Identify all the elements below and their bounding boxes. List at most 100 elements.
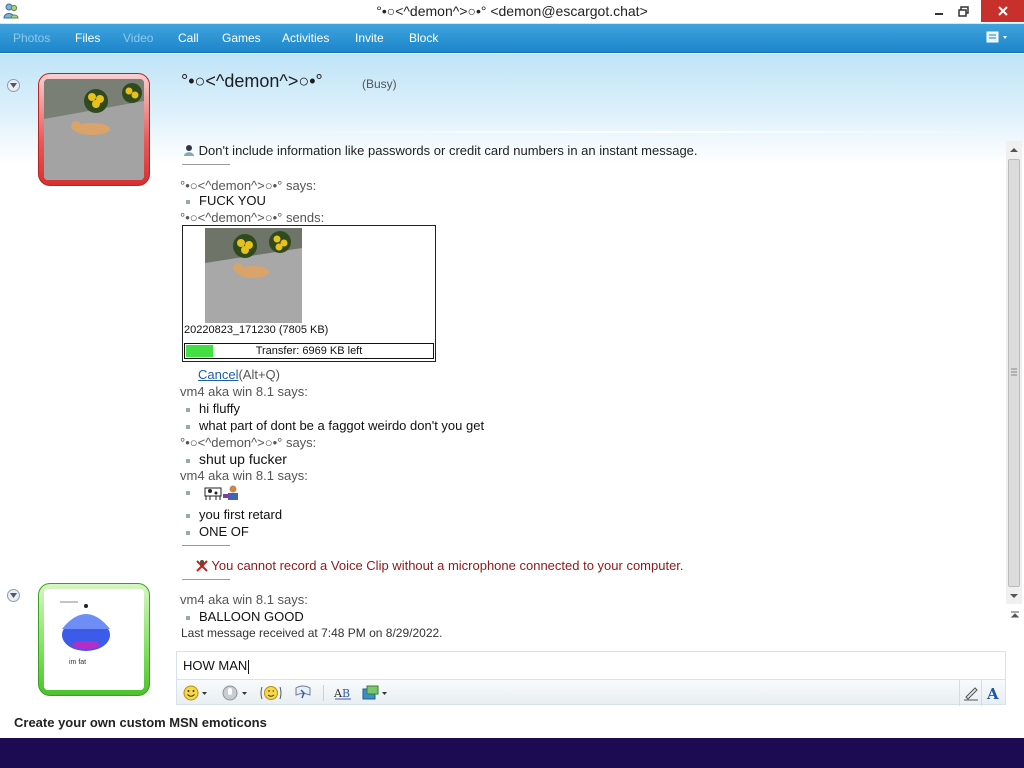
emoticon-cow-and-person-icon <box>204 485 238 501</box>
toolbar-divider <box>323 685 324 701</box>
balloon-icon <box>44 589 144 690</box>
sender-line: vm4 aka win 8.1 says: <box>180 384 308 399</box>
menu-options-icon <box>986 31 1007 45</box>
sender-line: vm4 aka win 8.1 says: <box>180 592 308 607</box>
conversation-toolbar: Photos Files Video Call Games Activities… <box>0 24 1024 53</box>
minimize-icon <box>935 13 943 15</box>
sender-line: °•○<^demon^>○•° sends: <box>180 210 325 225</box>
restore-button[interactable] <box>950 0 976 22</box>
file-transfer-box: 20220823_171230 (7805 KB) Transfer: 6969… <box>182 225 436 362</box>
contact-picture <box>44 79 144 180</box>
message-input-text: HOW MAN <box>183 658 248 673</box>
message: what part of dont be a faggot weirdo don… <box>186 418 484 433</box>
spell-check-icon: A B <box>333 687 351 700</box>
background-picture-icon <box>362 685 387 700</box>
transfer-progress-bar: Transfer: 6969 KB left <box>184 343 434 359</box>
privacy-notice-text: Don't include information like passwords… <box>198 143 698 158</box>
restore-icon <box>957 5 969 17</box>
emoticon-menu-button[interactable] <box>182 683 208 703</box>
menu-block[interactable]: Block <box>409 31 438 45</box>
divider <box>182 164 230 165</box>
font-icon: A <box>986 685 999 702</box>
toolbar-divider <box>959 680 960 706</box>
message-text: hi fluffy <box>199 401 240 416</box>
svg-text:A: A <box>986 685 999 702</box>
font-style-button[interactable]: A B <box>333 683 353 703</box>
message: hi fluffy <box>186 401 240 416</box>
sender-line: vm4 aka win 8.1 says: <box>180 468 308 483</box>
message-text: ONE OF <box>199 524 249 539</box>
header-divider <box>290 131 1006 133</box>
chevron-down-icon <box>10 83 17 88</box>
message-text: BALLOON GOOD <box>199 609 304 624</box>
voice-clip-icon <box>222 685 247 701</box>
scrollbar-thumb[interactable] <box>1008 159 1020 587</box>
menu-files[interactable]: Files <box>75 31 100 45</box>
nudge-button[interactable] <box>293 683 313 703</box>
file-name: 20220823_171230 (7805 KB) <box>184 324 329 336</box>
collapse-contact-picture-button[interactable] <box>7 79 20 92</box>
message <box>186 484 241 501</box>
close-button[interactable] <box>981 0 1024 22</box>
pen-icon <box>964 687 978 701</box>
divider <box>182 545 230 546</box>
formatting-toolbar: A B A <box>176 679 1006 706</box>
wink-icon <box>260 686 282 700</box>
text-cursor <box>248 659 250 674</box>
file-thumbnail[interactable] <box>205 228 302 323</box>
nudge-icon <box>295 685 311 699</box>
sender-line: °•○<^demon^>○•° says: <box>180 435 317 450</box>
show-menu-button[interactable] <box>985 30 1013 51</box>
voice-clip-warning-text: You cannot record a Voice Clip without a… <box>211 558 684 573</box>
message: you first retard <box>186 507 282 522</box>
close-icon <box>997 6 1008 16</box>
progress-label: Transfer: 6969 KB left <box>255 345 363 357</box>
scroll-down-arrow-icon[interactable] <box>1006 589 1022 603</box>
message: BALLOON GOOD <box>186 609 304 624</box>
voice-clip-button[interactable] <box>221 683 249 703</box>
divider <box>182 579 230 580</box>
contact-display-name: °•○<^demon^>○•° <box>181 71 323 91</box>
collapse-my-picture-button[interactable] <box>7 589 20 602</box>
message-text: you first retard <box>199 507 283 522</box>
cancel-transfer-link[interactable]: Cancel <box>198 367 238 382</box>
wink-button[interactable] <box>259 683 283 703</box>
cancel-transfer: Cancel(Alt+Q) <box>198 367 280 382</box>
svg-text:B: B <box>342 687 350 700</box>
cat-photo-icon <box>44 79 144 180</box>
chevron-down-icon <box>10 593 17 598</box>
privacy-notice: Don't include information like passwords… <box>183 143 698 158</box>
custom-emoticons-link[interactable]: Create your own custom MSN emoticons <box>14 715 267 730</box>
menu-photos: Photos <box>13 31 51 45</box>
menu-activities[interactable]: Activities <box>282 31 329 45</box>
my-picture-caption: im fat <box>69 659 87 666</box>
message-input[interactable]: HOW MAN <box>176 651 1006 679</box>
message: shut up fucker <box>186 451 287 467</box>
minimize-button[interactable] <box>926 0 952 22</box>
grip-icon <box>1011 368 1017 376</box>
taskbar <box>0 738 1024 768</box>
menu-call[interactable]: Call <box>178 31 199 45</box>
sender-line: °•○<^demon^>○•° says: <box>180 178 317 193</box>
handwriting-button[interactable] <box>962 683 980 703</box>
typing-mode-button[interactable]: A <box>986 683 1002 703</box>
conversation-history[interactable]: Don't include information like passwords… <box>180 140 1006 645</box>
my-picture: im fat <box>44 589 144 690</box>
conversation-scrollbar[interactable] <box>1006 141 1022 604</box>
message: FUCK YOU <box>186 193 266 208</box>
cat-photo-icon <box>205 228 302 323</box>
info-person-icon <box>184 145 194 156</box>
menu-invite[interactable]: Invite <box>355 31 384 45</box>
menu-games[interactable]: Games <box>222 31 261 45</box>
no-microphone-icon <box>196 560 208 572</box>
message-text: what part of dont be a faggot weirdo don… <box>199 418 485 433</box>
title-bar: °•○<^demon^>○•° <demon@escargot.chat> <box>0 0 1024 24</box>
voice-clip-warning: You cannot record a Voice Clip without a… <box>196 558 684 573</box>
contact-avatar[interactable] <box>38 73 150 186</box>
resize-splitter-icon[interactable] <box>1010 610 1020 620</box>
background-button[interactable] <box>361 683 389 703</box>
my-avatar[interactable]: im fat <box>38 583 150 696</box>
cancel-shortcut: (Alt+Q) <box>238 367 281 382</box>
scroll-up-arrow-icon[interactable] <box>1006 143 1022 157</box>
menu-video: Video <box>123 31 154 45</box>
